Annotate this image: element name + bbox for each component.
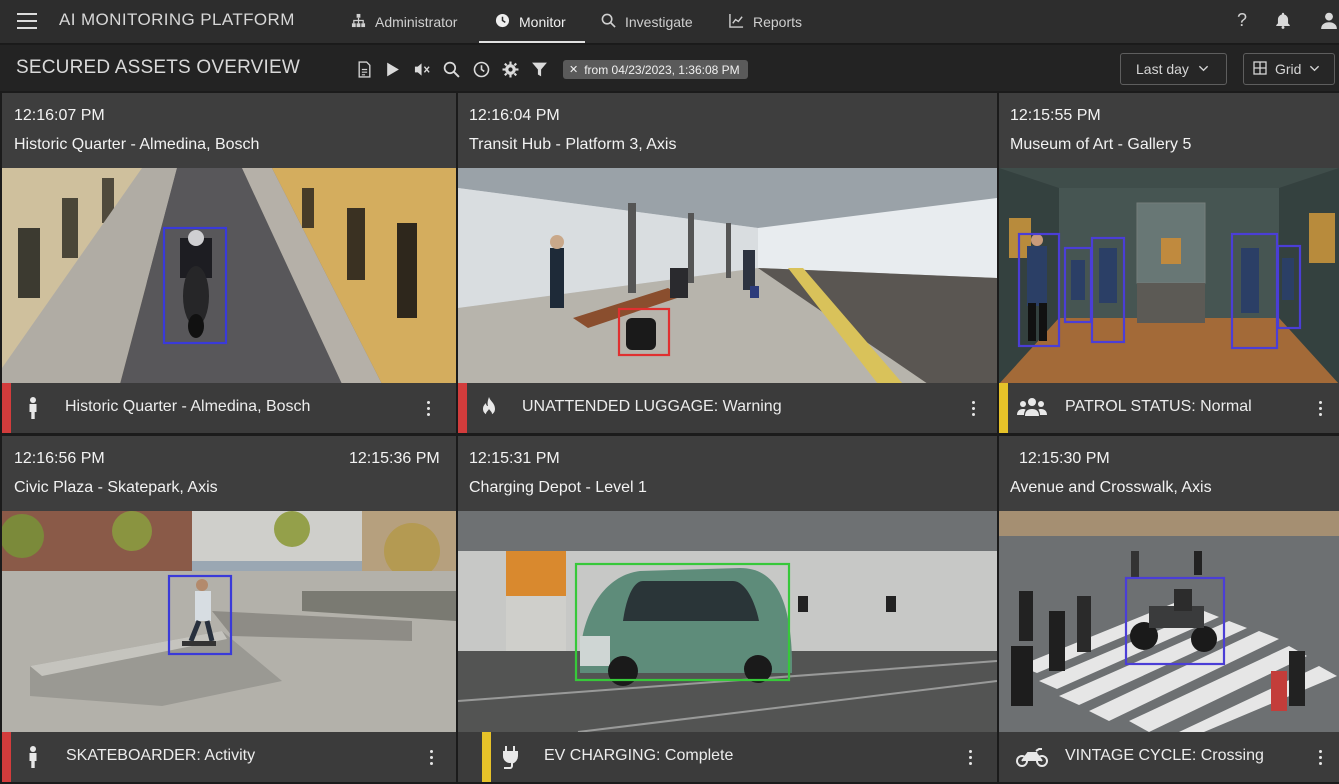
time-range-value: Last day	[1136, 61, 1189, 77]
chevron-down-icon	[1198, 61, 1209, 77]
tile-header: 12:15:55 PM Museum of Art - Gallery 5	[999, 93, 1339, 168]
nav-investigate[interactable]: Investigate	[601, 0, 693, 44]
event-label: VINTAGE CYCLE: Crossing	[1065, 747, 1264, 764]
more-options-icon[interactable]	[422, 397, 434, 419]
severity-indicator	[999, 383, 1008, 433]
nav-label: Reports	[753, 14, 803, 30]
mute-icon[interactable]	[412, 59, 432, 79]
clock-icon	[495, 13, 510, 31]
secondary-toolbar: SECURED ASSETS OVERVIEW ✕ from 04/23/202…	[0, 45, 1339, 91]
event-timestamp: 12:16:56 PM	[14, 450, 105, 467]
close-icon[interactable]: ✕	[569, 63, 578, 76]
event-footer[interactable]: PATROL STATUS: Normal	[999, 383, 1339, 433]
motorcycle-icon	[1016, 744, 1048, 770]
more-options-icon[interactable]	[967, 397, 979, 419]
nav-label: Administrator	[375, 14, 458, 30]
view-mode-select[interactable]: Grid	[1243, 53, 1335, 85]
event-timestamp: 12:15:30 PM	[1019, 450, 1110, 467]
event-timestamp: 12:15:31 PM	[469, 450, 560, 467]
event-footer[interactable]: Historic Quarter - Almedina, Bosch	[2, 383, 456, 433]
event-label: Historic Quarter - Almedina, Bosch	[65, 398, 311, 415]
camera-feed-image[interactable]	[999, 168, 1339, 384]
event-timestamp: 12:16:07 PM	[14, 107, 105, 124]
tile-header: 12:15:31 PM Charging Depot - Level 1	[458, 436, 997, 511]
tile-header: 12:16:04 PM Transit Hub - Platform 3, Ax…	[458, 93, 997, 168]
severity-indicator	[458, 383, 467, 433]
person-icon	[19, 744, 47, 770]
camera-tile[interactable]: 12:15:55 PM Museum of Art - Gallery 5 PA…	[999, 93, 1339, 433]
more-options-icon[interactable]	[1314, 746, 1326, 768]
active-tab-indicator	[479, 41, 585, 43]
camera-name: Transit Hub - Platform 3, Axis	[469, 136, 677, 153]
severity-indicator	[482, 732, 491, 782]
camera-tile[interactable]: 12:16:56 PM 12:15:36 PM Civic Plaza - Sk…	[2, 436, 456, 782]
search-icon	[601, 13, 616, 31]
gear-icon[interactable]	[500, 59, 520, 79]
more-options-icon[interactable]	[1314, 397, 1326, 419]
nav-label: Monitor	[519, 14, 566, 30]
event-label: EV CHARGING: Complete	[544, 747, 734, 764]
date-filter-chip[interactable]: ✕ from 04/23/2023, 1:36:08 PM	[563, 60, 748, 79]
view-mode-value: Grid	[1275, 61, 1302, 77]
camera-feed-image[interactable]	[2, 511, 456, 732]
camera-feed-image[interactable]	[458, 168, 997, 384]
event-footer[interactable]: SKATEBOARDER: Activity	[2, 732, 456, 782]
tile-header: 12:16:56 PM 12:15:36 PM Civic Plaza - Sk…	[2, 436, 456, 511]
filter-funnel-icon[interactable]	[529, 59, 549, 79]
top-navigation-bar: AI MONITORING PLATFORM Administrator Mon…	[0, 0, 1339, 44]
page-title: SECURED ASSETS OVERVIEW	[16, 57, 301, 78]
camera-name: Charging Depot - Level 1	[469, 479, 647, 496]
chevron-down-icon	[1309, 61, 1320, 77]
event-timestamp: 12:15:55 PM	[1010, 107, 1101, 124]
grid-icon	[1253, 60, 1267, 78]
more-options-icon[interactable]	[425, 746, 437, 768]
camera-feed-image[interactable]	[999, 511, 1339, 732]
history-clock-icon[interactable]	[471, 59, 491, 79]
group-icon	[1016, 395, 1048, 421]
camera-tile[interactable]: 12:16:07 PM Historic Quarter - Almedina,…	[2, 93, 456, 433]
user-avatar-icon[interactable]	[1318, 9, 1339, 31]
help-icon[interactable]: ?	[1231, 9, 1253, 31]
tile-header: 12:15:30 PM Avenue and Crosswalk, Axis	[999, 436, 1339, 511]
sitemap-icon	[351, 13, 366, 31]
chart-icon	[729, 13, 744, 31]
camera-tile[interactable]: 12:16:04 PM Transit Hub - Platform 3, Ax…	[458, 93, 997, 433]
person-icon	[19, 395, 47, 421]
menu-icon[interactable]	[17, 13, 37, 29]
event-footer[interactable]: VINTAGE CYCLE: Crossing	[999, 732, 1339, 782]
filter-chip-label: from 04/23/2023, 1:36:08 PM	[584, 62, 740, 77]
event-footer[interactable]: UNATTENDED LUGGAGE: Warning	[458, 383, 997, 433]
event-label: SKATEBOARDER: Activity	[66, 747, 256, 764]
severity-indicator	[2, 732, 11, 782]
event-label: UNATTENDED LUGGAGE: Warning	[522, 398, 782, 415]
tile-header: 12:16:07 PM Historic Quarter - Almedina,…	[2, 93, 456, 168]
nav-administrator[interactable]: Administrator	[351, 0, 457, 44]
camera-tile[interactable]: 12:15:31 PM Charging Depot - Level 1 EV …	[458, 436, 997, 782]
search-icon[interactable]	[441, 59, 461, 79]
severity-indicator	[2, 383, 11, 433]
play-icon[interactable]	[382, 59, 402, 79]
nav-reports[interactable]: Reports	[729, 0, 802, 44]
nav-label: Investigate	[625, 14, 693, 30]
camera-name: Museum of Art - Gallery 5	[1010, 136, 1192, 153]
time-range-select[interactable]: Last day	[1120, 53, 1227, 85]
event-label: PATROL STATUS: Normal	[1065, 398, 1252, 415]
camera-feed-image[interactable]	[2, 168, 456, 384]
export-document-icon[interactable]	[354, 59, 374, 79]
more-options-icon[interactable]	[964, 746, 976, 768]
nav-monitor[interactable]: Monitor	[495, 0, 566, 44]
app-title: AI MONITORING PLATFORM	[59, 10, 295, 29]
event-footer[interactable]: EV CHARGING: Complete	[458, 732, 997, 782]
secondary-timestamp: 12:15:36 PM	[349, 450, 440, 467]
plug-icon	[496, 744, 524, 770]
bell-icon[interactable]	[1272, 9, 1294, 31]
camera-name: Historic Quarter - Almedina, Bosch	[14, 136, 260, 153]
camera-tile[interactable]: 12:15:30 PM Avenue and Crosswalk, Axis V…	[999, 436, 1339, 782]
event-timestamp: 12:16:04 PM	[469, 107, 560, 124]
camera-name: Avenue and Crosswalk, Axis	[1010, 479, 1212, 496]
camera-feed-image[interactable]	[458, 511, 997, 732]
flame-icon	[475, 395, 503, 421]
camera-name: Civic Plaza - Skatepark, Axis	[14, 479, 218, 496]
